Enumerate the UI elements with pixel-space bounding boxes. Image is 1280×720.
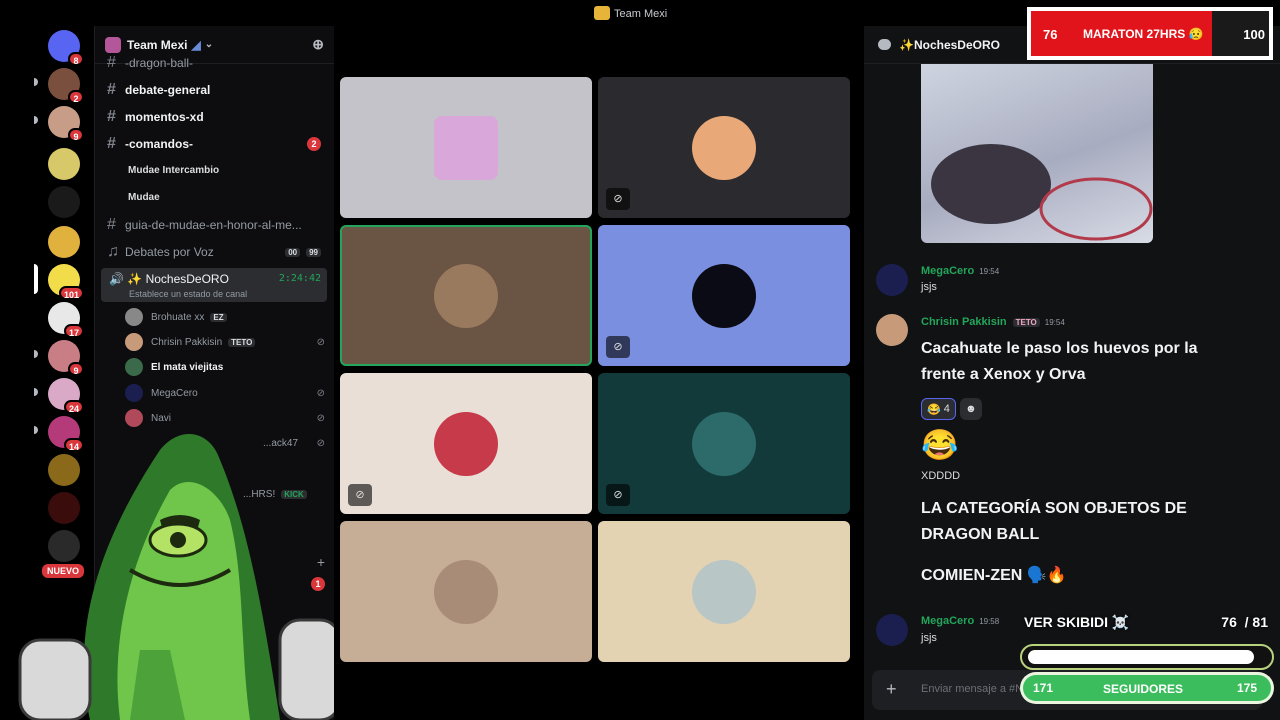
- voice-channel-item[interactable]: ♫ Debates por Voz 00 99: [101, 241, 327, 263]
- boost-icon: ◢: [191, 37, 201, 52]
- view-goal-progress: [1020, 644, 1274, 670]
- avatar: [125, 333, 143, 351]
- server-icon[interactable]: 2: [48, 68, 84, 104]
- mute-icon: ⊘: [606, 484, 630, 506]
- channel-item[interactable]: # momentos-xd: [101, 106, 327, 128]
- avatar: [692, 263, 756, 328]
- avatar[interactable]: [876, 264, 908, 296]
- voice-user[interactable]: Brohuate xx EZ: [125, 307, 325, 327]
- mute-icon: ⊘: [316, 336, 325, 348]
- voice-user[interactable]: El mata viejitas: [125, 357, 325, 377]
- message-text: COMIEN-ZEN 🗣️🔥: [921, 567, 1067, 584]
- chevron-down-icon: ⌄: [204, 39, 214, 50]
- window-title: Team Mexi: [594, 6, 667, 20]
- message-author[interactable]: MegaCero 19:54: [921, 265, 999, 277]
- video-tile[interactable]: [340, 77, 592, 218]
- close-icon[interactable]: ✕: [1218, 37, 1229, 53]
- avatar: [125, 358, 143, 376]
- avatar: [434, 411, 498, 476]
- message-author[interactable]: MegaCero 19:58: [921, 615, 999, 627]
- view-goal: VER SKIBIDI ☠️ 76 / 81: [1024, 614, 1268, 630]
- server-icon[interactable]: [48, 148, 80, 180]
- message-text: XDDDD: [921, 470, 961, 482]
- mute-icon: ⊘: [606, 188, 630, 210]
- avatar: [434, 559, 498, 624]
- plus-icon[interactable]: +: [886, 679, 897, 700]
- channel-status[interactable]: Establece un estado de canal: [129, 289, 247, 299]
- avatar[interactable]: [876, 614, 908, 646]
- channel-item[interactable]: # -dragon-ball-: [101, 52, 327, 74]
- streamer-mascot: [18, 433, 342, 720]
- unread-pip: [34, 116, 38, 124]
- reaction-laugh[interactable]: 😂 4: [921, 398, 956, 420]
- message-text: LA CATEGORÍA SON OBJETOS DE DRAGON BALL: [921, 500, 1187, 543]
- add-reaction-icon[interactable]: ☻: [959, 398, 982, 420]
- thread-item[interactable]: Mudae Intercambio: [128, 165, 219, 176]
- mute-icon: ⊘: [316, 387, 325, 399]
- server-icon: [594, 6, 610, 20]
- video-tile[interactable]: ⊘: [340, 373, 592, 514]
- avatar: [434, 115, 498, 180]
- server-icon[interactable]: 9: [48, 340, 84, 376]
- avatar: [434, 263, 498, 328]
- avatar: [125, 308, 143, 326]
- avatar: [125, 384, 143, 402]
- image-content: [931, 144, 1153, 241]
- avatar: [692, 559, 756, 624]
- voice-timer: 2:24:42: [278, 273, 321, 284]
- hash-icon: #: [107, 135, 116, 152]
- unread-pip: [34, 350, 38, 358]
- server-icon[interactable]: 24: [48, 378, 84, 414]
- speaker-icon: ♫: [107, 243, 119, 260]
- hash-icon: #: [107, 216, 116, 233]
- hash-icon: #: [107, 108, 116, 125]
- followers-goal: 171 SEGUIDORES 175: [1020, 672, 1274, 704]
- video-tile[interactable]: ⊘: [598, 373, 850, 514]
- active-voice-channel[interactable]: 🔊 ✨ NochesDeORO 2:24:42 Establece un est…: [101, 268, 327, 302]
- channel-item[interactable]: # debate-general: [101, 79, 327, 101]
- voice-user[interactable]: Chrisin Pakkisin TETO ⊘: [125, 332, 325, 352]
- server-icon[interactable]: [48, 226, 80, 258]
- video-tile-speaking[interactable]: [340, 225, 592, 366]
- voice-user[interactable]: MegaCero ⊘: [125, 383, 325, 403]
- message-author[interactable]: Chrisin Pakkisin TETO 19:54: [921, 316, 1065, 328]
- video-tile[interactable]: [340, 521, 592, 662]
- hash-icon: #: [107, 54, 116, 71]
- mute-icon: ⊘: [348, 484, 372, 506]
- channel-item[interactable]: # guia-de-mudae-en-honor-al-me...: [101, 214, 327, 236]
- video-tile[interactable]: [598, 521, 850, 662]
- avatar: [692, 411, 756, 476]
- message-text: Cacahuate le paso los huevos por la fren…: [921, 340, 1198, 383]
- selected-pip: [34, 264, 38, 294]
- server-icon[interactable]: 9: [48, 106, 84, 142]
- voice-channel-name: 🔊 ✨ NochesDeORO: [109, 272, 229, 286]
- message-text: jsjs: [921, 632, 937, 644]
- thread-item[interactable]: Mudae: [128, 192, 160, 203]
- discord-home-icon[interactable]: 8: [48, 30, 84, 66]
- video-tile[interactable]: ⊘: [598, 77, 850, 218]
- chat-bubble-icon: [878, 39, 891, 50]
- invite-icon[interactable]: ⊕: [312, 36, 324, 53]
- hash-icon: #: [107, 81, 116, 98]
- server-icon: [105, 36, 121, 53]
- avatar: [692, 115, 756, 180]
- reactions: 😂 4 ☻: [921, 398, 982, 420]
- message-image[interactable]: [921, 64, 1153, 243]
- unread-pip: [34, 78, 38, 86]
- message-text: jsjs: [921, 281, 937, 293]
- video-grid: ⊘ ⊘ ⊘ ⊘: [334, 26, 864, 720]
- server-icon[interactable]: 17: [48, 302, 84, 338]
- video-tile[interactable]: ⊘: [598, 225, 850, 366]
- unread-pip: [34, 388, 38, 396]
- server-icon[interactable]: [48, 186, 80, 218]
- channel-item[interactable]: # -comandos- 2: [101, 133, 327, 155]
- marathon-goal: 76 MARATON 27HRS 😥 100 ✕: [1027, 7, 1273, 60]
- mute-icon: ⊘: [606, 336, 630, 358]
- emoji-laugh: 😂: [921, 429, 959, 462]
- server-team-mexi[interactable]: 101: [48, 264, 84, 300]
- avatar[interactable]: [876, 314, 908, 346]
